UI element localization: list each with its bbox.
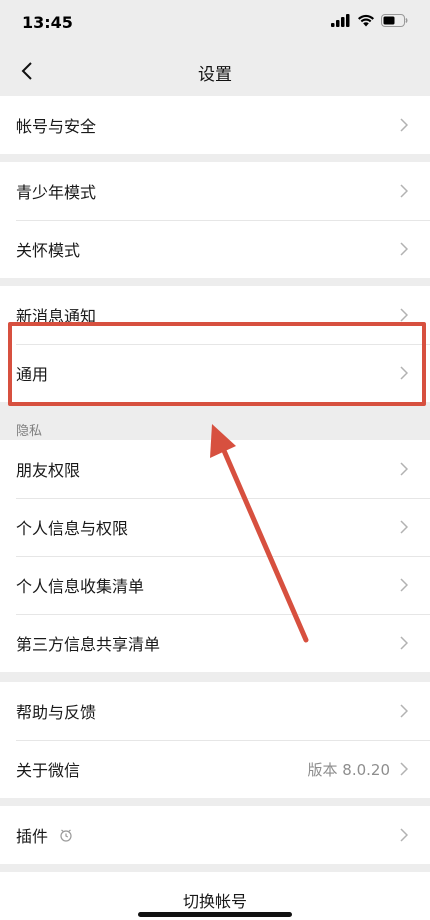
chevron-right-icon [400,241,410,257]
settings-item-label: 朋友权限 [16,461,81,480]
settings-item-about-wechat[interactable]: 关于微信 版本 8.0.20 [0,740,430,798]
settings-item-label: 第三方信息共享清单 [16,635,161,654]
settings-item-label-wrap: 插件 [16,823,400,847]
chevron-right-icon [400,183,410,199]
section-title-privacy: 隐私 [16,424,43,439]
highlight-box [8,322,426,406]
settings-item-account-security[interactable]: 帐号与安全 [0,96,430,154]
settings-item-label: 帮助与反馈 [16,703,97,722]
settings-item-label: 帐号与安全 [16,117,97,136]
plugins-group: 插件 [0,806,430,864]
chevron-right-icon [400,307,410,323]
chevron-right-icon [400,761,410,777]
battery-icon [381,14,408,27]
help-group: 帮助与反馈 关于微信 版本 8.0.20 [0,682,430,798]
chevron-right-icon [400,461,410,477]
chevron-right-icon [400,519,410,535]
account-group: 帐号与安全 [0,96,430,154]
settings-item-help-feedback[interactable]: 帮助与反馈 [0,682,430,740]
chevron-right-icon [400,635,410,651]
settings-item-label: 个人信息收集清单 [16,577,145,596]
chevron-right-icon [400,703,410,719]
chevron-right-icon [400,827,410,843]
settings-item-label: 关怀模式 [16,241,81,260]
settings-item-label: 关于微信 [16,761,81,780]
settings-item-label: 个人信息与权限 [16,519,129,538]
modes-group: 青少年模式 关怀模式 [0,162,430,278]
plugin-icon [60,829,72,842]
wifi-icon [358,14,374,27]
privacy-group: 朋友权限 个人信息与权限 个人信息收集清单 第三方信息共享清单 [0,440,430,672]
chevron-right-icon [400,117,410,133]
chevron-right-icon [400,577,410,593]
version-value: 版本 8.0.20 [307,760,390,779]
settings-item-third-party-sharing-list[interactable]: 第三方信息共享清单 [0,614,430,672]
settings-item-care-mode[interactable]: 关怀模式 [0,220,430,278]
settings-item-personal-info-permissions[interactable]: 个人信息与权限 [0,498,430,556]
home-indicator [138,912,292,917]
status-bar: 13:45 [0,0,430,46]
page-title: 设置 [198,65,232,85]
settings-item-plugins[interactable]: 插件 [0,806,430,864]
status-time: 13:45 [22,13,73,32]
status-icons [331,14,408,27]
settings-item-teen-mode[interactable]: 青少年模式 [0,162,430,220]
settings-item-personal-info-collection-list[interactable]: 个人信息收集清单 [0,556,430,614]
nav-bar: 设置 [0,46,430,96]
settings-item-friend-permissions[interactable]: 朋友权限 [0,440,430,498]
settings-item-label: 插件 [16,827,49,846]
signal-icon [331,14,350,27]
settings-item-label: 青少年模式 [16,183,97,202]
